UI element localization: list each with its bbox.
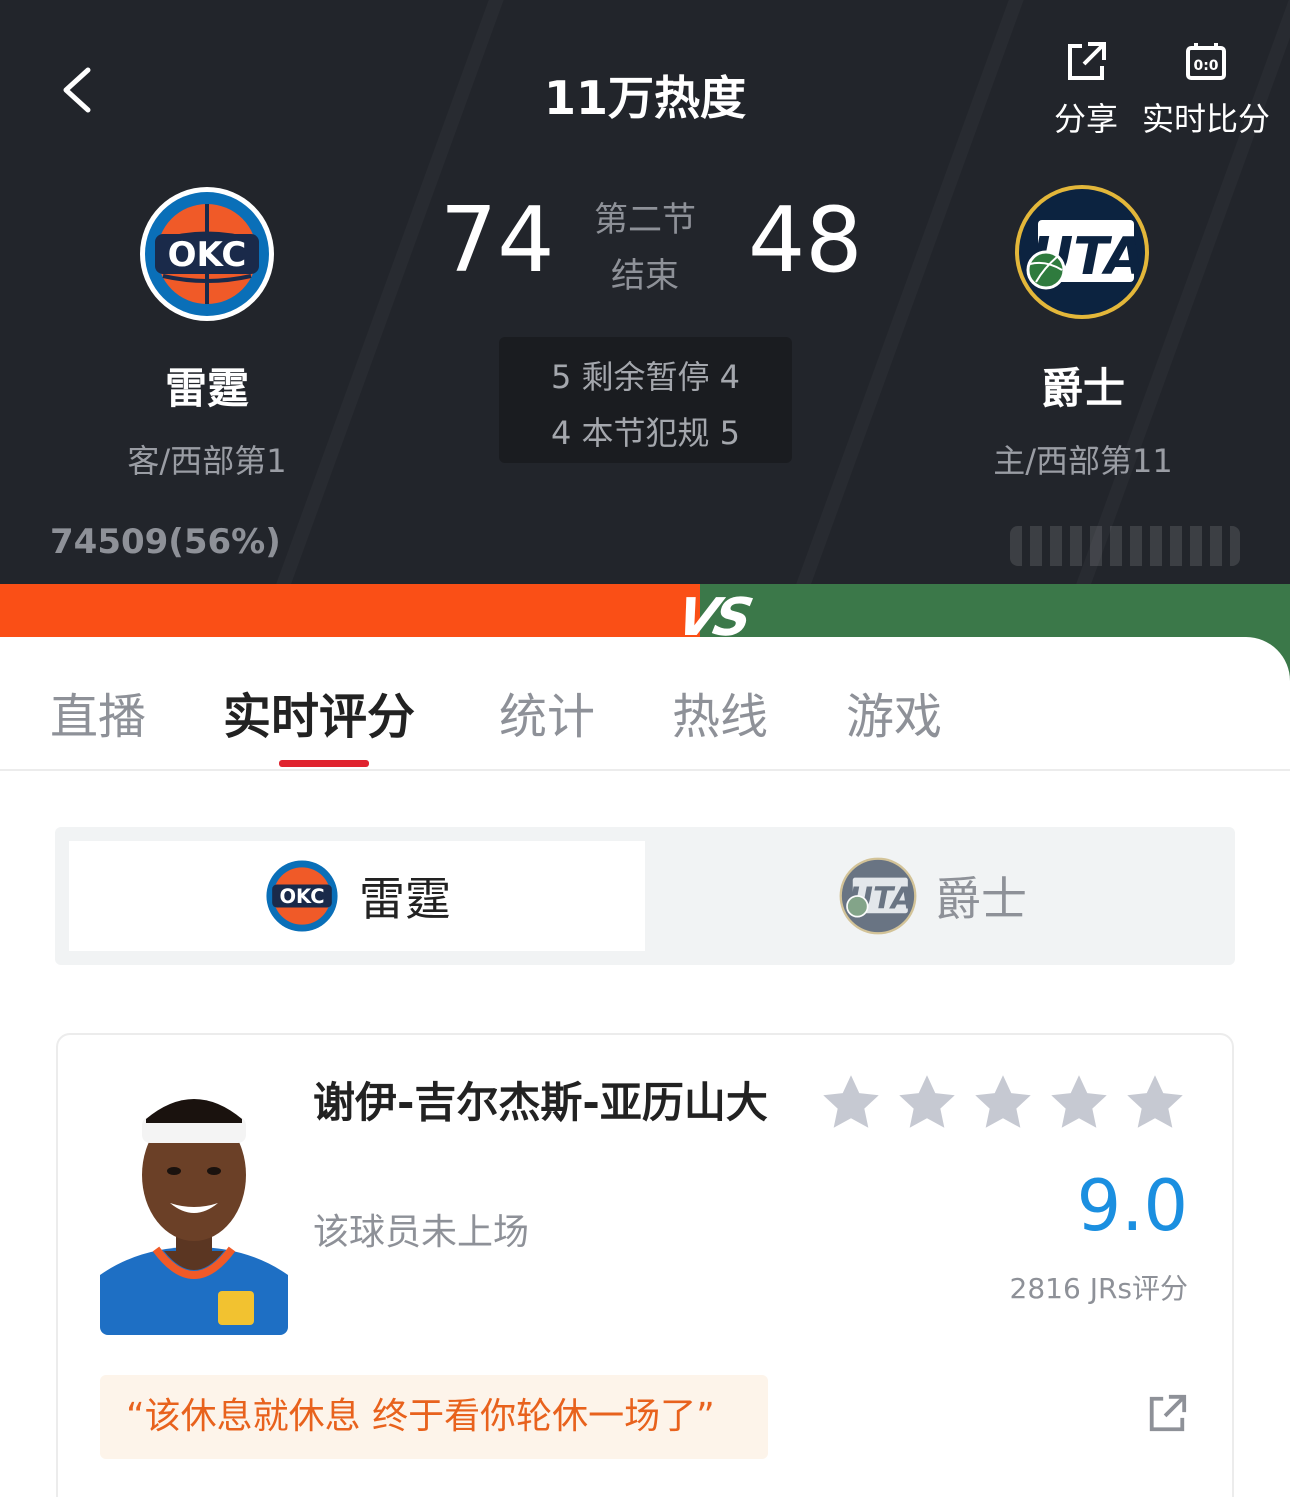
- okc-logo-text: OKC: [279, 885, 324, 908]
- tab-bar: 直播 实时评分 统计 热线 游戏: [0, 637, 1290, 771]
- tab-stats[interactable]: 统计: [499, 677, 595, 747]
- rating-count: 2816 JRs评分: [1009, 1272, 1188, 1305]
- scoreboard-icon-text: 0:0: [1193, 58, 1218, 74]
- star-icon[interactable]: [1046, 1071, 1112, 1135]
- content-panel: 直播 实时评分 统计 热线 游戏 OKC 雷霆 UTA 爵士 谢伊-吉尔杰斯-亚…: [0, 637, 1290, 1497]
- tab-live[interactable]: 直播: [50, 677, 146, 747]
- okc-logo-icon: OKC: [263, 857, 341, 935]
- star-icon[interactable]: [1122, 1071, 1188, 1135]
- game-period: 第二节 结束: [575, 192, 715, 304]
- top-comment[interactable]: “该休息就休息 终于看你轮休一场了”: [100, 1375, 768, 1459]
- player-photo-image: [100, 1079, 288, 1335]
- home-team-name[interactable]: 爵士: [963, 355, 1203, 416]
- period-line2: 结束: [611, 256, 679, 296]
- away-team-rank: 客/西部第1: [127, 442, 287, 480]
- timeouts-remaining: 5 剩余暂停 4: [550, 358, 741, 396]
- star-rating-input[interactable]: [818, 1071, 1188, 1135]
- live-score-label: 实时比分: [1141, 100, 1270, 138]
- player-rating-score: 9.0: [1076, 1165, 1188, 1247]
- team-switcher: OKC 雷霆 UTA 爵士: [55, 827, 1235, 965]
- game-stats-box: 5 剩余暂停 4 4 本节犯规 5: [499, 337, 792, 463]
- home-vote-count-obscured: [1010, 526, 1240, 566]
- tab-active-indicator: [279, 760, 369, 767]
- team-option-okc[interactable]: OKC 雷霆: [69, 841, 645, 951]
- tab-live-rating[interactable]: 实时评分: [223, 677, 415, 747]
- chevron-left-icon: [63, 67, 91, 113]
- player-name[interactable]: 谢伊-吉尔杰斯-亚历山大: [313, 1075, 783, 1131]
- quarter-fouls: 4 本节犯规 5: [550, 414, 741, 452]
- star-icon[interactable]: [818, 1071, 884, 1135]
- back-button[interactable]: [52, 62, 104, 118]
- home-team-rank: 主/西部第11: [993, 442, 1173, 480]
- away-score: 74: [440, 188, 555, 293]
- team-option-uta[interactable]: UTA 爵士: [645, 841, 1221, 951]
- team-option-label: 雷霆: [359, 872, 451, 926]
- live-score-button[interactable]: 0:0 实时比分: [1134, 40, 1278, 140]
- game-header: 11万热度 分享 0:0 实时比分 OKC 雷霆 客/西部第1 74 第二节 结…: [0, 0, 1290, 584]
- uta-logo-icon: UTA: [839, 857, 917, 935]
- player-avatar: [100, 1079, 288, 1335]
- uta-logo-icon[interactable]: UTA: [1014, 184, 1150, 320]
- player-status: 该球员未上场: [313, 1212, 530, 1253]
- home-score: 48: [748, 188, 863, 293]
- scoreboard-icon: 0:0: [1186, 43, 1226, 80]
- star-icon[interactable]: [970, 1071, 1036, 1135]
- player-rating-card[interactable]: 谢伊-吉尔杰斯-亚历山大 该球员未上场 9.0 2816 JRs评分 “该休息就…: [56, 1033, 1234, 1497]
- tab-games[interactable]: 游戏: [846, 677, 942, 747]
- page-title: 11万热度: [543, 71, 746, 125]
- star-icon[interactable]: [894, 1071, 960, 1135]
- share-icon: [1068, 42, 1106, 80]
- share-label: 分享: [1053, 100, 1118, 138]
- away-team-name[interactable]: 雷霆: [87, 355, 327, 416]
- okc-logo-icon[interactable]: OKC: [139, 186, 275, 322]
- share-icon: [1149, 1394, 1187, 1432]
- tab-hotline[interactable]: 热线: [672, 677, 768, 747]
- team-option-label: 爵士: [935, 872, 1027, 926]
- share-button[interactable]: 分享: [1050, 40, 1122, 140]
- period-line1: 第二节: [594, 200, 696, 240]
- comment-share-button[interactable]: [1146, 1393, 1188, 1435]
- okc-logo-text: OKC: [168, 235, 247, 275]
- away-vote-count: 74509(56%): [50, 522, 281, 562]
